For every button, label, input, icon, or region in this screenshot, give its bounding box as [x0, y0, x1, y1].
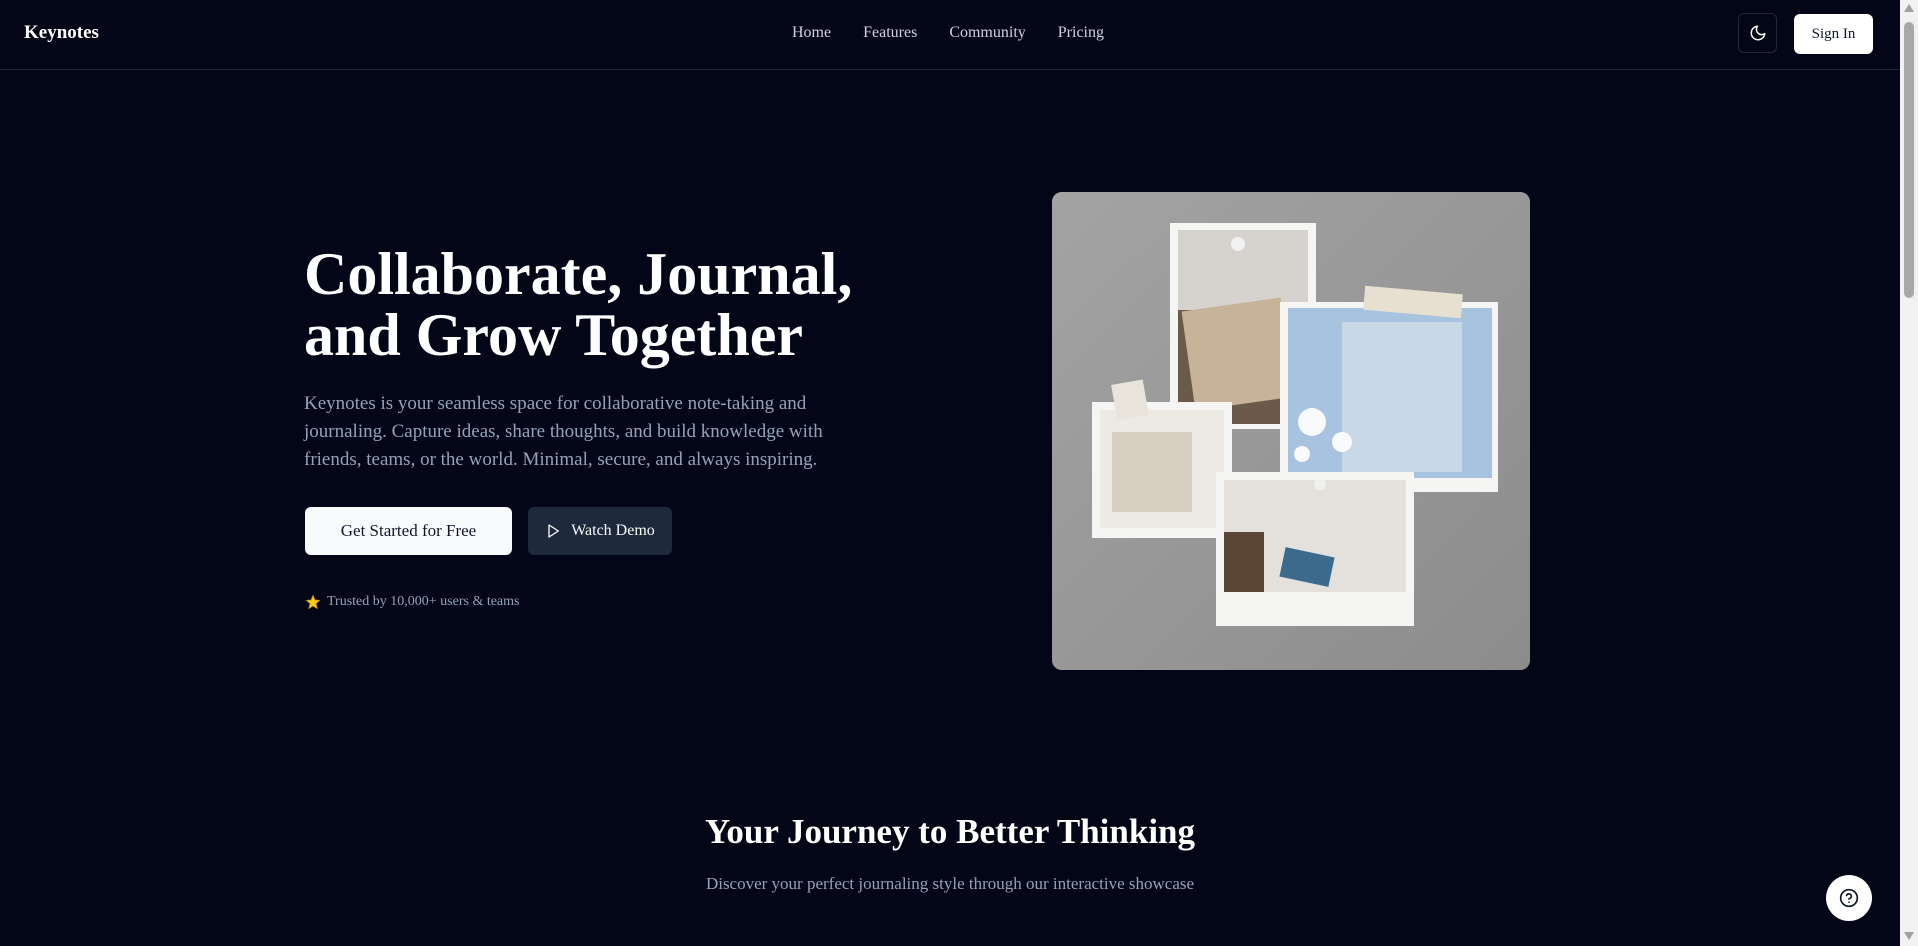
nav-community[interactable]: Community [949, 24, 1025, 42]
section-title: Your Journey to Better Thinking [704, 812, 1196, 851]
hero-description: Keynotes is your seamless space for coll… [304, 393, 823, 470]
trusted-text: Trusted by 10,000+ users & teams [327, 594, 520, 609]
theme-toggle-button[interactable] [1738, 13, 1777, 53]
scroll-thumb[interactable] [1904, 22, 1914, 298]
hero-title-line-2: and Grow Together [304, 302, 803, 368]
nav-pricing[interactable]: Pricing [1058, 24, 1104, 42]
brand-logo[interactable]: Keynotes [24, 22, 99, 44]
main-nav: Home Features Community Pricing [792, 24, 1104, 42]
page-scrollbar[interactable] [1900, 0, 1918, 946]
watch-demo-button[interactable]: Watch Demo [528, 507, 672, 555]
get-started-button[interactable]: Get Started for Free [305, 507, 512, 555]
watch-demo-label: Watch Demo [571, 522, 655, 539]
play-icon [548, 524, 560, 538]
moon-icon [1750, 25, 1765, 41]
nav-home[interactable]: Home [792, 24, 831, 42]
scroll-up-arrow[interactable] [1904, 4, 1914, 12]
hero-title-line-1: Collaborate, Journal, [304, 241, 853, 307]
nav-features[interactable]: Features [863, 24, 917, 42]
sign-in-button[interactable]: Sign In [1794, 14, 1873, 54]
section-subtitle: Discover your perfect journaling style t… [705, 874, 1195, 893]
scroll-down-arrow[interactable] [1904, 932, 1914, 940]
help-button[interactable] [1826, 875, 1872, 921]
star-icon [305, 594, 321, 610]
trusted-badge: Trusted by 10,000+ users & teams [305, 594, 520, 610]
site-header: Keynotes Home Features Community Pricing… [0, 0, 1900, 70]
help-icon [1839, 888, 1859, 908]
collage-illustration [1052, 192, 1530, 670]
hero-collage-image [1052, 192, 1530, 670]
hero-title: Collaborate, Journal, and Grow Together [304, 244, 904, 366]
landing-page: Keynotes Home Features Community Pricing… [0, 0, 1900, 946]
